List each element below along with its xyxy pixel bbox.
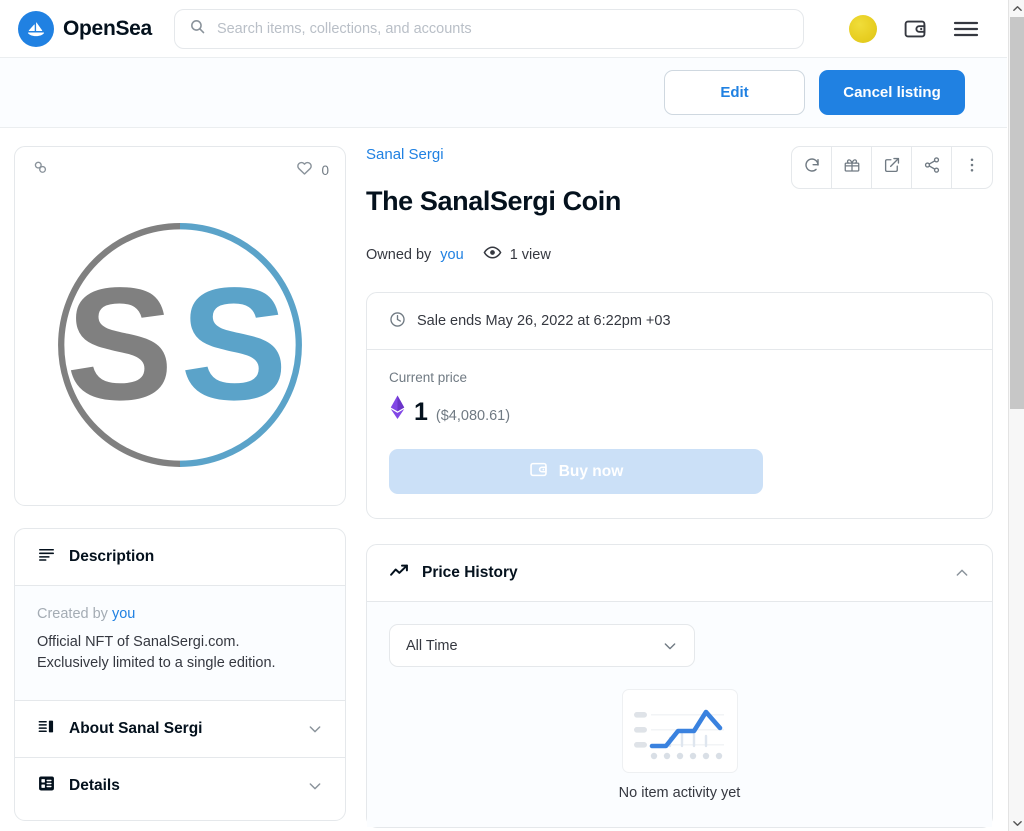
transfer-gift-button[interactable] <box>832 147 872 188</box>
heart-icon[interactable] <box>295 158 314 182</box>
open-external-button[interactable] <box>872 147 912 188</box>
cancel-listing-button[interactable]: Cancel listing <box>819 70 965 115</box>
description-body: Created by you Official NFT of SanalSerg… <box>15 586 345 701</box>
eye-icon <box>483 243 502 266</box>
price-card: Sale ends May 26, 2022 at 6:22pm +03 Cur… <box>366 292 993 519</box>
chevron-up-icon[interactable] <box>954 565 970 581</box>
description-text: Official NFT of SanalSergi.com. Exclusiv… <box>37 634 276 672</box>
more-options-button[interactable] <box>952 147 992 188</box>
ethereum-icon <box>389 395 406 425</box>
top-header: OpenSea Search items, collections, and a… <box>0 0 1007 58</box>
price-usd-amount: ($4,080.61) <box>435 408 511 424</box>
share-button[interactable] <box>912 147 952 188</box>
about-bars-icon <box>37 717 56 741</box>
user-avatar[interactable] <box>849 14 877 43</box>
svg-text:S: S <box>66 254 173 433</box>
search-icon <box>189 18 206 40</box>
sale-ends-row: Sale ends May 26, 2022 at 6:22pm +03 <box>367 293 992 349</box>
details-title: Details <box>69 777 120 795</box>
page-scrollbar[interactable] <box>1008 0 1024 831</box>
price-history-header[interactable]: Price History <box>367 545 992 601</box>
owner-link[interactable]: you <box>440 247 463 263</box>
created-by-row: Created by you <box>37 606 323 622</box>
clock-icon <box>389 311 406 332</box>
nft-media-topbar: 0 <box>15 147 345 193</box>
about-title: About Sanal Sergi <box>69 720 203 738</box>
empty-state-label: No item activity yet <box>618 785 741 801</box>
nft-artwork[interactable]: S S <box>15 193 345 505</box>
description-lines-icon <box>37 545 56 569</box>
wallet-icon[interactable] <box>903 17 927 41</box>
sale-ends-text: Sale ends May 26, 2022 at 6:22pm +03 <box>417 313 671 329</box>
app-viewport: OpenSea Search items, collections, and a… <box>0 0 1024 831</box>
left-accordion-stack: Description Created by you Official NFT … <box>14 528 346 822</box>
empty-chart-illustration <box>621 689 738 773</box>
description-title: Description <box>69 548 155 565</box>
wallet-icon <box>529 460 548 484</box>
brand[interactable]: OpenSea <box>18 10 152 47</box>
gift-icon <box>843 156 861 179</box>
right-column: Sanal Sergi The SanalSergi Coin Owned by… <box>366 146 993 831</box>
buy-now-button[interactable]: Buy now <box>389 449 763 494</box>
search-bar[interactable]: Search items, collections, and accounts <box>173 8 804 49</box>
header-actions <box>849 14 989 43</box>
nft-media-card: 0 S S <box>14 146 346 506</box>
creator-link[interactable]: you <box>112 606 135 622</box>
page-title: The SanalSergi Coin <box>366 186 621 216</box>
price-row: 1 ($4,080.61) <box>389 395 970 427</box>
price-history-body: All Time No item activity yet <box>367 602 992 827</box>
current-price-label: Current price <box>389 370 468 385</box>
details-grid-icon <box>37 774 56 798</box>
search-input[interactable]: Search items, collections, and accounts <box>217 21 472 37</box>
time-range-select[interactable]: All Time <box>389 624 695 667</box>
scrollbar-thumb[interactable] <box>1010 17 1024 409</box>
about-section-header[interactable]: About Sanal Sergi <box>15 701 345 757</box>
owned-by-label: Owned by <box>366 246 432 263</box>
price-eth-amount: 1 <box>414 398 428 426</box>
trending-up-icon <box>389 561 409 586</box>
refresh-icon <box>803 156 821 179</box>
chevron-down-icon[interactable] <box>307 721 323 737</box>
price-history-title: Price History <box>422 564 518 581</box>
created-by-label: Created by <box>37 606 108 622</box>
item-action-icon-group <box>791 146 993 189</box>
time-range-value: All Time <box>406 637 458 654</box>
more-vertical-icon <box>963 156 981 179</box>
details-section-header[interactable]: Details <box>15 758 345 814</box>
hamburger-menu-icon[interactable] <box>953 19 979 39</box>
ownership-meta: Owned by you 1 view <box>366 243 993 266</box>
view-count: 1 view <box>509 246 551 263</box>
brand-name: OpenSea <box>63 16 152 40</box>
main-content: 0 S S Description Created by you Officia… <box>0 128 1007 831</box>
collection-link[interactable]: Sanal Sergi <box>366 146 444 163</box>
view-count-group: 1 view <box>483 243 551 266</box>
favorite-count: 0 <box>321 162 329 178</box>
empty-state: No item activity yet <box>389 689 970 801</box>
price-body: Current price 1 ($4,080.61) Buy now <box>367 350 992 518</box>
edit-button[interactable]: Edit <box>664 70 805 115</box>
opensea-sailboat-icon <box>18 10 54 47</box>
scroll-up-arrow-icon[interactable] <box>1009 0 1024 16</box>
refresh-button[interactable] <box>792 147 832 188</box>
page-content: OpenSea Search items, collections, and a… <box>0 0 1007 831</box>
chain-link-icon[interactable] <box>31 158 50 182</box>
external-link-icon <box>883 156 901 179</box>
favorite-control[interactable]: 0 <box>295 158 329 182</box>
price-history-card: Price History All Time No item activity … <box>366 544 993 828</box>
buy-now-label: Buy now <box>558 462 624 480</box>
left-column: 0 S S Description Created by you Officia… <box>14 146 346 822</box>
share-icon <box>923 156 941 179</box>
chevron-down-icon[interactable] <box>307 778 323 794</box>
svg-text:S: S <box>181 254 288 433</box>
chevron-down-icon[interactable] <box>662 638 678 654</box>
description-section-header[interactable]: Description <box>15 529 345 585</box>
scroll-down-arrow-icon[interactable] <box>1009 815 1024 831</box>
listing-action-bar: Edit Cancel listing <box>0 58 1007 128</box>
